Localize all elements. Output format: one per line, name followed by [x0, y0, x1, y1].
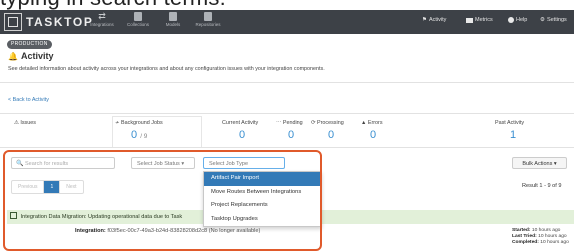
page-subtitle: See detailed information about activity … — [8, 66, 325, 72]
environment-badge: PRODUCTION — [7, 40, 52, 49]
refresh-icon: ⟳ — [311, 120, 316, 126]
job-type-option[interactable]: Tasktop Upgrades — [204, 213, 321, 227]
job-type-dropdown: Artifact Pair Import Move Routes Between… — [203, 171, 322, 227]
help-icon — [508, 17, 514, 23]
swap-arrows-icon — [84, 12, 120, 21]
pulse-icon: ≁ — [115, 120, 120, 126]
caret-down-icon: ▾ — [181, 161, 185, 167]
logo-mark-icon — [4, 13, 22, 31]
bell-icon: 🔔 — [8, 51, 18, 61]
nav-activity[interactable]: ⚑ Activity — [422, 17, 446, 23]
gear-icon: ⚙ — [540, 17, 545, 23]
stat-issues[interactable]: ⚠ Issues — [14, 120, 36, 126]
collection-icon — [134, 12, 142, 21]
bell-icon: ⚑ — [422, 17, 427, 23]
divider — [0, 113, 574, 114]
error-icon: ▲ — [361, 120, 367, 126]
stat-current-activity[interactable]: Current Activity 0 — [222, 120, 258, 141]
stat-processing[interactable]: ⟳ Processing 0 — [311, 120, 344, 141]
repository-icon — [204, 12, 212, 21]
stat-past-activity[interactable]: Past Activity 1 — [495, 120, 524, 141]
page-1-button[interactable]: 1 — [44, 181, 61, 193]
previous-page-button[interactable]: Previous — [12, 181, 45, 193]
job-status-select[interactable]: Select Job Status ▾ — [131, 157, 195, 169]
caret-down-icon: ▾ — [553, 161, 557, 167]
tasktop-logo[interactable]: TASKTOP — [4, 12, 93, 32]
stat-errors[interactable]: ▲ Errors 0 — [361, 120, 383, 141]
nav-metrics[interactable]: Metrics — [466, 17, 493, 23]
ellipsis-icon: ⋯ — [276, 120, 282, 126]
job-timestamps: Started: 10 hours ago Last Tried: 10 hou… — [512, 228, 569, 245]
job-type-option[interactable]: Project Replacements — [204, 199, 321, 213]
bulk-actions-button[interactable]: Bulk Actions ▾ — [512, 157, 567, 169]
warning-icon: ⚠ — [14, 120, 19, 126]
pagination: Previous 1 Next — [11, 180, 84, 194]
nav-repositories[interactable]: Repositories — [190, 11, 226, 27]
job-integration-detail: Integration: f03f5ec-00c7-49a3-b24d-8382… — [75, 228, 261, 234]
nav-models[interactable]: Models — [155, 11, 191, 27]
page-caption: typing in search terms: — [0, 0, 226, 10]
divider — [0, 82, 574, 83]
next-page-button[interactable]: Next — [60, 181, 82, 193]
nav-integrations[interactable]: Integrations — [84, 11, 120, 27]
job-icon — [10, 212, 17, 219]
nav-settings[interactable]: ⚙ Settings — [540, 17, 567, 23]
job-type-option[interactable]: Artifact Pair Import — [204, 172, 321, 186]
top-navigation: TASKTOP Integrations Collections Models … — [0, 10, 574, 34]
job-type-option[interactable]: Move Routes Between Integrations — [204, 186, 321, 200]
result-count: Result 1 - 9 of 9 — [522, 183, 562, 189]
search-icon: 🔍 — [16, 161, 24, 167]
divider — [0, 147, 574, 148]
nav-collections[interactable]: Collections — [120, 11, 156, 27]
model-icon — [169, 12, 177, 21]
job-type-select[interactable]: Select Job Type — [203, 157, 285, 169]
stat-background-jobs[interactable]: ≁ Background Jobs 0 / 9 — [115, 120, 163, 141]
search-input[interactable]: 🔍 Search for results — [11, 157, 115, 169]
back-to-activity-link[interactable]: < Back to Activity — [8, 97, 49, 103]
nav-help[interactable]: Help — [508, 17, 527, 23]
page-title: 🔔 Activity — [8, 51, 54, 61]
metrics-icon — [466, 17, 473, 23]
stat-pending[interactable]: ⋯ Pending 0 — [276, 120, 303, 141]
